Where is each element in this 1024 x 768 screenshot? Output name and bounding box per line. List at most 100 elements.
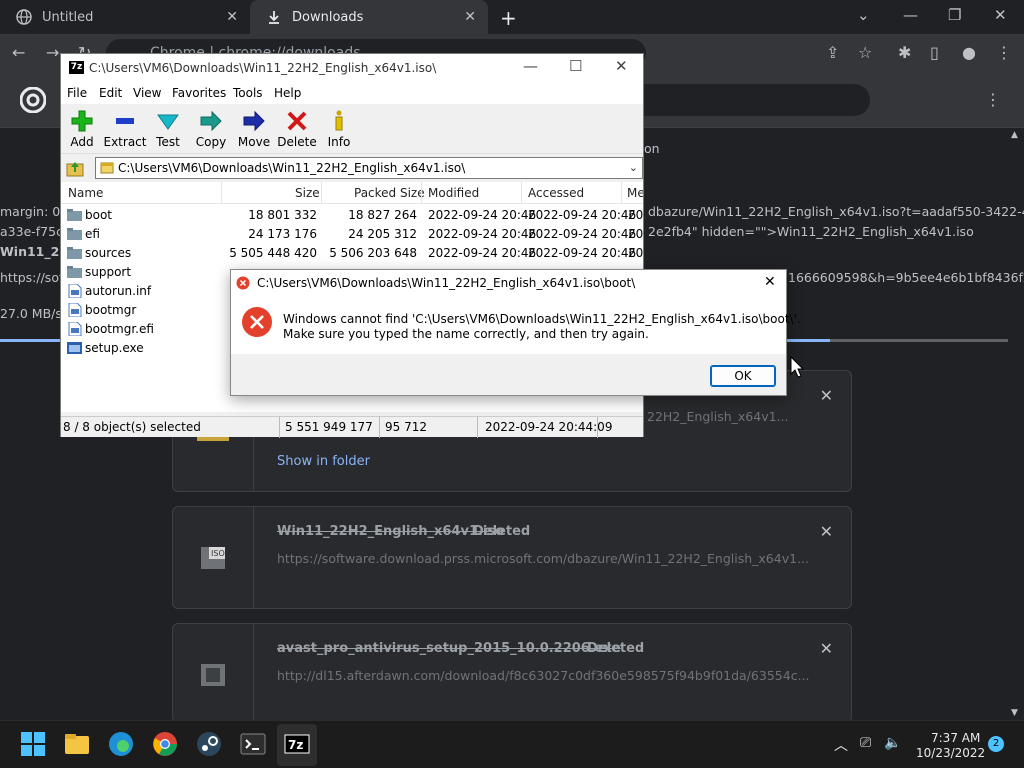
star-icon[interactable]: ☆ [858, 43, 872, 62]
chevron-down-icon[interactable]: ⌄ [629, 158, 638, 178]
close-icon[interactable]: ✕ [764, 274, 776, 290]
scroll-down-icon[interactable]: ▼ [1011, 708, 1018, 718]
bg-text: dbazure/Win11_22H2_English_x64v1.iso?t=a… [648, 204, 1024, 219]
file-modified: 2022-09-24 20:46 [428, 246, 537, 260]
file-name: sources [85, 246, 132, 260]
close-icon[interactable]: ✕ [464, 9, 476, 25]
col-name[interactable]: Name [68, 186, 103, 200]
status-packed: 95 712 [385, 420, 427, 434]
bg-text: 27.0 MB/s [0, 306, 62, 321]
col-size[interactable]: Size [295, 186, 320, 200]
clock-date[interactable]: 10/23/2022 [916, 746, 985, 760]
chevron-down-icon[interactable]: ⌄ [857, 6, 870, 24]
download-url: 22H2_English_x64v1... [647, 409, 789, 424]
notification-badge[interactable]: 2 [988, 736, 1004, 752]
status-selected: 8 / 8 object(s) selected [63, 420, 201, 434]
file-name: efi [85, 227, 100, 241]
menu-view[interactable]: View [133, 86, 161, 100]
col-accessed[interactable]: Accessed [528, 186, 584, 200]
close-window-button[interactable]: ✕ [994, 6, 1007, 24]
menu-favorites[interactable]: Favorites [172, 86, 226, 100]
error-message-line1: Windows cannot find 'C:\Users\VM6\Downlo… [283, 312, 801, 326]
file-packed: 5 506 203 648 [329, 246, 417, 260]
search-downloads-input[interactable] [620, 84, 870, 116]
col-more[interactable]: Me [627, 186, 643, 200]
file-name: bootmgr [85, 303, 137, 317]
file-icon [68, 322, 82, 336]
table-row[interactable]: sources 5 505 448 420 5 506 203 648 2022-09… [61, 244, 643, 263]
table-row[interactable]: boot 18 801 332 18 827 264 2022-09-24 20:46… [61, 206, 643, 225]
file-modified: 2022-09-24 20:46 [428, 208, 537, 222]
tab-untitled[interactable]: Untitled ✕ [0, 0, 250, 34]
remove-download-button[interactable]: ✕ [820, 522, 833, 541]
download-url: http://dl15.afterdawn.com/download/f8c63… [277, 668, 810, 683]
menu-help[interactable]: Help [274, 86, 301, 100]
sidepanel-icon[interactable]: ▯ [930, 43, 939, 62]
terminal-icon[interactable] [239, 730, 267, 758]
more-actions-icon[interactable]: ⋮ [985, 90, 1001, 109]
remove-download-button[interactable]: ✕ [820, 386, 833, 405]
folder-icon [67, 266, 82, 278]
tray-chevron-icon[interactable]: ︿ [834, 735, 848, 755]
path-combobox[interactable]: C:\Users\VM6\Downloads\Win11_22H2_Englis… [95, 157, 643, 179]
bg-text: https://sof [0, 270, 64, 285]
share-icon[interactable]: ⇪ [826, 43, 839, 62]
folder-up-icon[interactable] [66, 159, 84, 177]
column-headers: Name Size Packed Size Modified Accessed … [61, 182, 643, 204]
file-explorer-icon[interactable] [63, 730, 91, 758]
chrome-icon[interactable] [151, 730, 179, 758]
profile-icon[interactable]: ● [962, 43, 976, 62]
network-icon[interactable]: ⎚ [860, 735, 871, 751]
remove-download-button[interactable]: ✕ [820, 639, 833, 658]
download-filename[interactable]: Win11_22H2_English_x64v1.iso [277, 524, 504, 539]
menu-tools[interactable]: Tools [233, 86, 263, 100]
7zip-titlebar[interactable]: 7z C:\Users\VM6\Downloads\Win11_22H2_Eng… [61, 54, 643, 82]
7zip-toolbar: Add Extract Test Copy Move Delete Info [61, 104, 643, 154]
minus-icon [116, 118, 134, 124]
file-accessed: 2022-09-24 20:46 [528, 208, 637, 222]
col-modified[interactable]: Modified [428, 186, 479, 200]
download-progress-track [830, 339, 1008, 342]
minimize-button[interactable]: — [903, 6, 918, 24]
bg-text: a33e-f75c [0, 224, 63, 239]
back-button[interactable]: ← [12, 43, 25, 62]
menu-kebab-icon[interactable]: ⋮ [996, 43, 1012, 62]
download-filename[interactable]: avast_pro_antivirus_setup_2015_10.0.2206… [277, 641, 621, 656]
close-icon[interactable]: ✕ [226, 9, 238, 25]
file-modified: 2022-09-24 20:46 [428, 227, 537, 241]
download-card: ISO Win11_22H2_English_x64v1.iso Deleted… [172, 506, 852, 609]
dialog-title: C:\Users\VM6\Downloads\Win11_22H2_Englis… [257, 276, 636, 290]
ok-button[interactable]: OK [710, 365, 776, 387]
clock-time[interactable]: 7:37 AM [931, 731, 980, 745]
file-name: boot [85, 208, 113, 222]
chrome-logo-icon [20, 87, 46, 113]
info-button[interactable]: Info [314, 104, 364, 154]
folder-icon [67, 209, 82, 221]
table-row[interactable]: efi 24 173 176 24 205 312 2022-09-24 20:46 2… [61, 225, 643, 244]
minimize-button[interactable]: — [523, 57, 538, 75]
close-button[interactable]: ✕ [615, 57, 628, 75]
bg-text: 2e2fb4" hidden="">Win11_22H2_English_x64… [648, 224, 974, 239]
scroll-up-icon[interactable]: ▲ [1011, 130, 1018, 140]
maximize-button[interactable]: ☐ [569, 57, 582, 75]
edge-icon[interactable] [107, 730, 135, 758]
tab-downloads[interactable]: Downloads ✕ [250, 0, 488, 34]
tab-strip: Untitled ✕ Downloads ✕ + ⌄ — ❐ ✕ [0, 0, 1024, 34]
new-tab-button[interactable]: + [500, 6, 517, 30]
col-packed-size[interactable]: Packed Size [354, 186, 425, 200]
status-bar: 8 / 8 object(s) selected 5 551 949 177 9… [61, 416, 643, 438]
error-dialog: C:\Users\VM6\Downloads\Win11_22H2_Englis… [230, 269, 801, 396]
error-small-icon [236, 276, 250, 290]
show-in-folder-link[interactable]: Show in folder [277, 454, 370, 469]
menu-edit[interactable]: Edit [99, 86, 122, 100]
windows-start-icon[interactable] [19, 730, 47, 758]
steam-icon[interactable] [195, 730, 223, 758]
restore-button[interactable]: ❐ [948, 6, 961, 24]
volume-icon[interactable]: 🔈 [884, 735, 901, 751]
menu-file[interactable]: File [67, 86, 87, 100]
7zip-icon[interactable]: 7z [283, 730, 311, 758]
error-dialog-titlebar[interactable]: C:\Users\VM6\Downloads\Win11_22H2_Englis… [231, 270, 786, 296]
window-title: C:\Users\VM6\Downloads\Win11_22H2_Englis… [89, 61, 437, 75]
forward-button[interactable]: → [46, 43, 59, 62]
extensions-icon[interactable]: ✱ [898, 43, 911, 62]
